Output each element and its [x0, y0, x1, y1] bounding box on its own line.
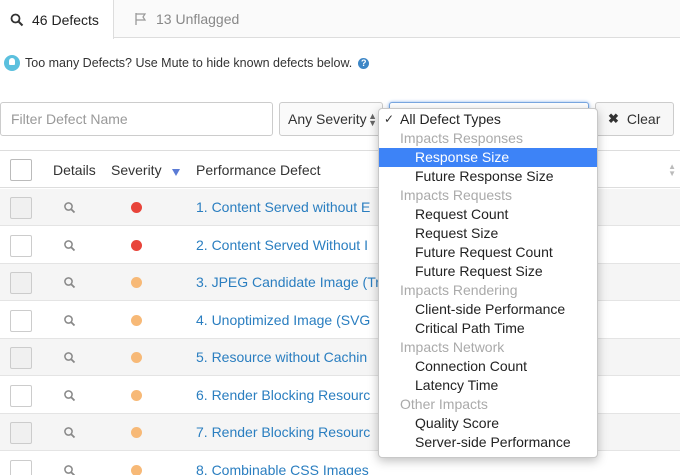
- dropdown-option[interactable]: Quality Score: [379, 414, 597, 433]
- severity-indicator: [131, 314, 142, 326]
- dropdown-item-label: Future Request Count: [415, 244, 553, 260]
- severity-indicator: [131, 277, 142, 288]
- tab-defects-label: 46 Defects: [32, 11, 99, 28]
- details-magnifier-icon[interactable]: [63, 351, 77, 365]
- defect-type-dropdown: ✓ All Defect Types Impacts Responses Respon…: [378, 108, 598, 458]
- tab-defects[interactable]: 46 Defects: [0, 0, 114, 39]
- row-checkbox[interactable]: [10, 309, 32, 332]
- details-magnifier-icon[interactable]: [63, 276, 77, 290]
- defect-link[interactable]: 2. Content Served Without I: [196, 237, 368, 253]
- dropdown-option[interactable]: Client-side Performance: [379, 300, 597, 319]
- flag-icon: [134, 12, 148, 26]
- close-icon: ✖: [608, 111, 619, 126]
- tab-unflagged[interactable]: 13 Unflagged: [114, 0, 239, 38]
- tab-bar: 46 Defects 13 Unflagged: [0, 0, 680, 39]
- details-magnifier-icon[interactable]: [63, 426, 77, 440]
- defect-link[interactable]: 4. Unoptimized Image (SVG: [196, 312, 370, 328]
- details-magnifier-icon[interactable]: [63, 239, 77, 253]
- defect-link[interactable]: 5. Resource without Cachin: [196, 349, 367, 365]
- dropdown-item-label: Other Impacts: [400, 396, 488, 412]
- sort-descending-icon[interactable]: [172, 169, 180, 176]
- dropdown-item-label: Impacts Network: [400, 339, 505, 355]
- row-checkbox[interactable]: [10, 384, 32, 407]
- dropdown-item-label: All Defect Types: [400, 111, 501, 127]
- dropdown-item-label: Impacts Responses: [400, 130, 523, 146]
- clear-button-label: Clear: [626, 111, 661, 127]
- severity-select[interactable]: Any Severity ▲ ▼: [279, 102, 383, 136]
- help-icon[interactable]: ?: [358, 57, 370, 69]
- dropdown-item-label: Impacts Rendering: [400, 282, 518, 298]
- dropdown-item-label: Latency Time: [415, 377, 499, 393]
- row-checkbox[interactable]: [10, 422, 32, 444]
- dropdown-item-label: Client-side Performance: [415, 301, 566, 317]
- severity-indicator: [131, 352, 142, 363]
- info-message: Too many Defects? Use Mute to hide known…: [4, 55, 370, 71]
- severity-indicator: [131, 202, 142, 213]
- dropdown-option[interactable]: Response Size: [379, 148, 597, 167]
- defects-panel: 46 Defects 13 Unflagged Too many Defects…: [0, 0, 680, 475]
- defect-link[interactable]: 1. Content Served without E: [196, 199, 370, 215]
- dropdown-option[interactable]: Server-side Performance: [379, 433, 597, 452]
- dropdown-option[interactable]: Request Count: [379, 205, 597, 224]
- clear-button[interactable]: ✖ Clear: [595, 102, 674, 136]
- dropdown-item-label: Critical Path Time: [415, 320, 525, 336]
- dropdown-option[interactable]: Future Request Size: [379, 262, 597, 281]
- row-checkbox[interactable]: [10, 197, 32, 219]
- details-magnifier-icon[interactable]: [63, 464, 77, 475]
- dropdown-item-label: Future Response Size: [415, 168, 554, 184]
- defect-link[interactable]: 7. Render Blocking Resourc: [196, 424, 370, 440]
- defect-link[interactable]: 3. JPEG Candidate Image (Tr: [196, 274, 380, 290]
- severity-select-value: Any Severity: [288, 111, 367, 127]
- dropdown-option[interactable]: Future Request Count: [379, 243, 597, 262]
- dropdown-group-label: Impacts Rendering: [379, 281, 597, 300]
- row-checkbox[interactable]: [10, 347, 32, 369]
- severity-indicator: [131, 389, 142, 401]
- select-all-checkbox[interactable]: [10, 159, 32, 181]
- lightbulb-icon: [4, 55, 20, 71]
- select-arrows-icon: ▲ ▼: [368, 111, 377, 128]
- search-icon: [10, 13, 24, 27]
- details-magnifier-icon[interactable]: [63, 389, 77, 403]
- checkmark-icon: ✓: [384, 112, 395, 126]
- details-magnifier-icon[interactable]: [63, 314, 77, 328]
- dropdown-option[interactable]: Latency Time: [379, 376, 597, 395]
- dropdown-item-label: Quality Score: [415, 415, 500, 431]
- defect-link[interactable]: 6. Render Blocking Resourc: [196, 387, 370, 403]
- dropdown-group-label: Impacts Requests: [379, 186, 597, 205]
- dropdown-group-label: Other Impacts: [379, 395, 597, 414]
- row-checkbox[interactable]: [10, 459, 32, 475]
- dropdown-item-label: Impacts Requests: [400, 187, 513, 203]
- dropdown-item-label: Future Request Size: [415, 263, 543, 279]
- dropdown-option[interactable]: Critical Path Time: [379, 319, 597, 338]
- header-details: Details: [53, 162, 96, 178]
- dropdown-group-label: Impacts Network: [379, 338, 597, 357]
- defect-name-filter-input[interactable]: Filter Defect Name: [0, 102, 273, 136]
- dropdown-item-label: Connection Count: [415, 358, 528, 374]
- defect-link[interactable]: 8. Combinable CSS Images: [196, 462, 369, 475]
- dropdown-option[interactable]: Future Response Size: [379, 167, 597, 186]
- tab-unflagged-label: 13 Unflagged: [156, 11, 240, 27]
- dropdown-option[interactable]: ✓ All Defect Types: [379, 110, 597, 129]
- header-severity[interactable]: Severity: [111, 162, 162, 178]
- dropdown-item-label: Response Size: [415, 149, 510, 165]
- dropdown-group-label: Impacts Responses: [379, 129, 597, 148]
- dropdown-item-label: Request Size: [415, 225, 499, 241]
- sort-icon[interactable]: ▲ ▼: [668, 163, 676, 178]
- header-performance-defect[interactable]: Performance Defect: [196, 162, 321, 178]
- dropdown-item-label: Server-side Performance: [415, 434, 571, 450]
- dropdown-option[interactable]: Connection Count: [379, 357, 597, 376]
- row-checkbox[interactable]: [10, 234, 32, 257]
- row-checkbox[interactable]: [10, 272, 32, 294]
- info-text: Too many Defects? Use Mute to hide known…: [25, 56, 353, 70]
- dropdown-option[interactable]: Request Size: [379, 224, 597, 243]
- dropdown-item-label: Request Count: [415, 206, 509, 222]
- defect-name-filter-placeholder: Filter Defect Name: [11, 111, 128, 127]
- severity-indicator: [131, 239, 142, 251]
- severity-indicator: [131, 427, 142, 438]
- details-magnifier-icon[interactable]: [63, 201, 77, 215]
- severity-indicator: [131, 464, 142, 475]
